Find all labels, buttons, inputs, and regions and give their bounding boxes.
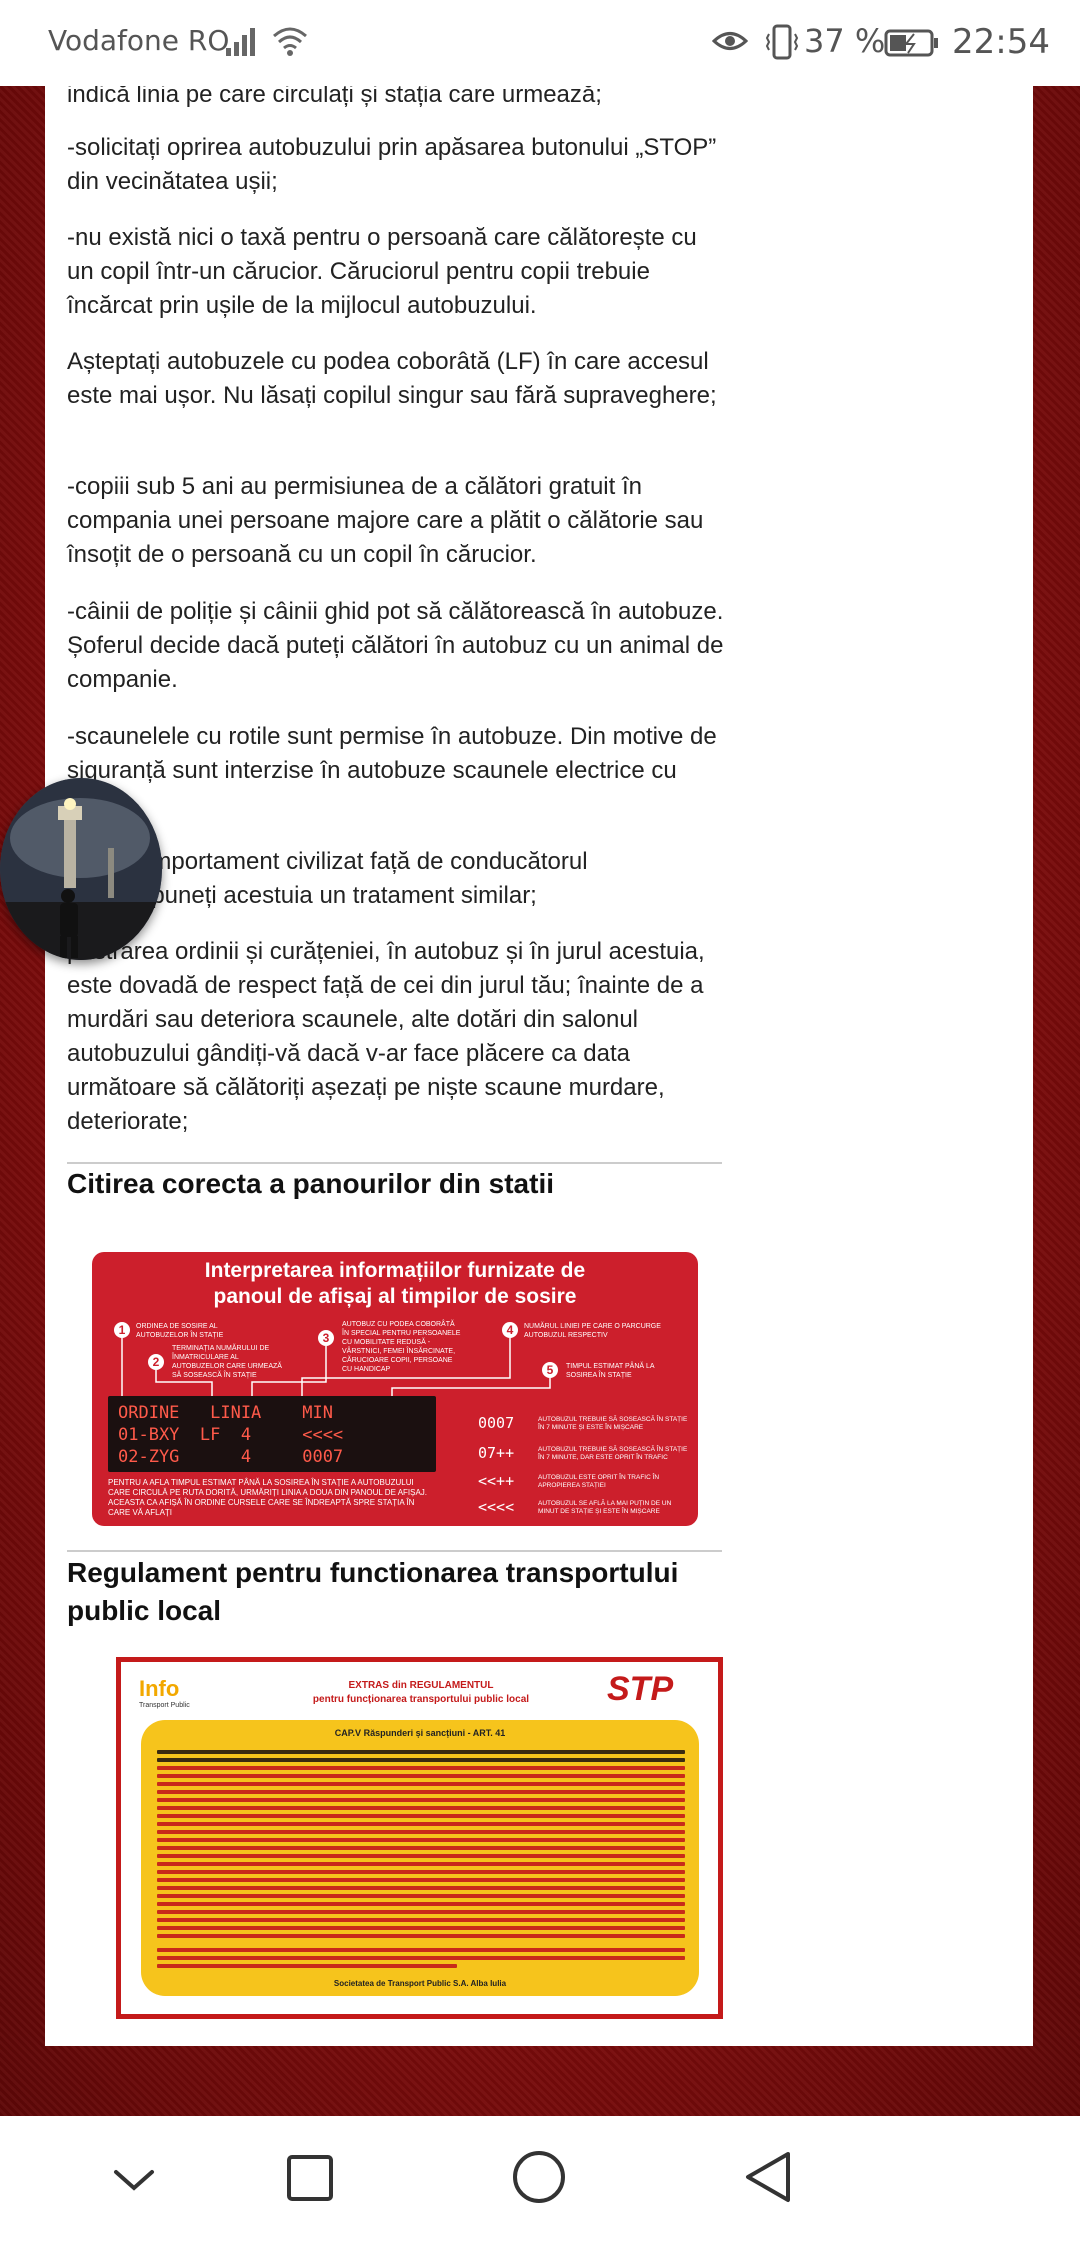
article-paragraph: -câinii de poliție și câinii ghid pot să… <box>67 598 724 693</box>
article-paragraph: -scaunelele cu rotile sunt permise în au… <box>67 723 717 784</box>
battery-icon <box>884 28 940 62</box>
regulation-text-line <box>157 1934 685 1938</box>
regulation-text-line <box>157 1750 685 1754</box>
eye-comfort-icon <box>711 26 749 60</box>
legend-code: 0007 <box>478 1414 515 1432</box>
legend-code: 07++ <box>478 1444 515 1462</box>
vibrate-icon <box>764 22 800 66</box>
regulation-footer: Societatea de Transport Public S.A. Alba… <box>333 1979 507 1988</box>
regulation-text-line <box>157 1918 685 1922</box>
regulation-chapter: CAP.V Răspunderi și sancțiuni - ART. 41 <box>334 1728 506 1738</box>
regulation-title-line1: EXTRAS din REGULAMENTUL <box>348 1680 494 1691</box>
regulation-text-line <box>157 1830 685 1834</box>
wifi-icon <box>272 24 308 60</box>
arrival-info-image: Interpretarea informațiilor furnizate de… <box>92 1252 698 1526</box>
legend-code: <<<< <box>478 1498 515 1516</box>
section-heading-panels: Citirea corecta a panourilor din statii <box>67 1168 555 1199</box>
chevron-down-icon[interactable] <box>112 2166 156 2199</box>
led-row: 02-ZYG 4 0007 <box>118 1447 344 1467</box>
status-bar: Vodafone RO 37 % 22:54 <box>0 0 1080 86</box>
regulation-text-line <box>157 1956 685 1960</box>
regulation-text-line <box>157 1862 685 1866</box>
info-logo-text: Info <box>139 1676 180 1701</box>
clock: 22:54 <box>952 22 1050 62</box>
legend-desc: AUTOBUZUL TREBUIE SĂ SOSEASCĂ ÎN STAȚIE … <box>538 1446 688 1461</box>
carrier-name: Vodafone RO <box>48 24 230 57</box>
info-logo-subtitle: Transport Public <box>139 1702 190 1709</box>
legend-desc: AUTOBUZUL SE AFLĂ LA MAI PUȚIN DE UN MIN… <box>538 1500 672 1515</box>
regulation-text-line <box>157 1758 685 1762</box>
regulation-body: CAP.V Răspunderi și sancțiuni - ART. 41 … <box>141 1720 699 1996</box>
regulation-text-line <box>157 1878 685 1882</box>
battery-percent: 37 % <box>804 22 886 60</box>
regulation-image: Info Transport Public EXTRAS din REGULAM… <box>116 1657 723 2019</box>
article-paragraph: -copiii sub 5 ani au permisiunea de a că… <box>67 473 704 568</box>
legend-desc: AUTOBUZUL TREBUIE SĂ SOSEASCĂ ÎN STAȚIE … <box>538 1416 688 1431</box>
section-divider <box>67 1162 722 1164</box>
floating-chat-head[interactable] <box>0 778 162 960</box>
regulation-text-line <box>157 1910 685 1914</box>
regulation-text-line <box>157 1948 685 1952</box>
article-paragraph: păstrarea ordinii și curățeniei, în auto… <box>67 938 705 1135</box>
regulation-title-line2: pentru funcționarea transportului public… <box>312 1694 530 1705</box>
info-logo: Info Transport Public <box>139 1676 190 1709</box>
led-display: ORDINE LINIA MIN 01-BXY LF 4 <<<< 02-ZYG… <box>108 1396 436 1472</box>
signal-icon <box>226 26 260 60</box>
regulation-text-line <box>157 1790 685 1794</box>
regulation-text-line <box>157 1886 685 1890</box>
legend-desc: AUTOBUZUL ESTE OPRIT ÎN TRAFIC ÎN APROPI… <box>538 1474 660 1489</box>
article-paragraph: -solicitați oprirea autobuzului prin apă… <box>67 134 717 195</box>
led-row: ORDINE LINIA MIN <box>118 1403 333 1423</box>
regulation-text-line <box>157 1926 685 1930</box>
regulation-text-line <box>157 1854 685 1858</box>
regulation-text-line <box>157 1806 685 1810</box>
regulation-text-line <box>157 1774 685 1778</box>
recents-square-icon[interactable] <box>286 2154 334 2207</box>
home-circle-icon[interactable] <box>512 2150 566 2209</box>
article-paragraph: impuneți acestuia un tratament similar; <box>126 882 537 909</box>
legend-code: <<++ <box>478 1472 515 1490</box>
regulation-text-line <box>157 1838 685 1842</box>
navigation-bar <box>0 2116 1080 2244</box>
regulation-text-line <box>157 1902 685 1906</box>
regulation-text-line <box>157 1822 685 1826</box>
regulation-text-line <box>157 1798 685 1802</box>
regulation-text-line <box>157 1846 685 1850</box>
regulation-text-line <box>157 1964 457 1968</box>
regulation-text-line <box>157 1814 685 1818</box>
article-paragraph: comportament civilizat față de conducăto… <box>126 848 588 875</box>
regulation-text-line <box>157 1870 685 1874</box>
arrival-bottom-text: PENTRU A AFLA TIMPUL ESTIMAT PÂNĂ LA SOS… <box>108 1478 428 1517</box>
regulation-text-line <box>157 1894 685 1898</box>
led-row: 01-BXY LF 4 <<<< <box>118 1425 344 1445</box>
regulation-text-line <box>157 1782 685 1786</box>
regulation-text-line <box>157 1766 685 1770</box>
article-paragraph: -nu există nici o taxă pentru o persoană… <box>67 224 697 319</box>
section-heading-regulation: Regulament pentru functionarea transport… <box>67 1557 679 1626</box>
night-photo-avatar <box>0 778 162 960</box>
stp-logo: STP <box>607 1670 674 1708</box>
section-divider <box>67 1550 722 1552</box>
back-triangle-icon[interactable] <box>744 2150 792 2209</box>
article-paragraph: Așteptați autobuzele cu podea coborâtă (… <box>67 348 717 409</box>
